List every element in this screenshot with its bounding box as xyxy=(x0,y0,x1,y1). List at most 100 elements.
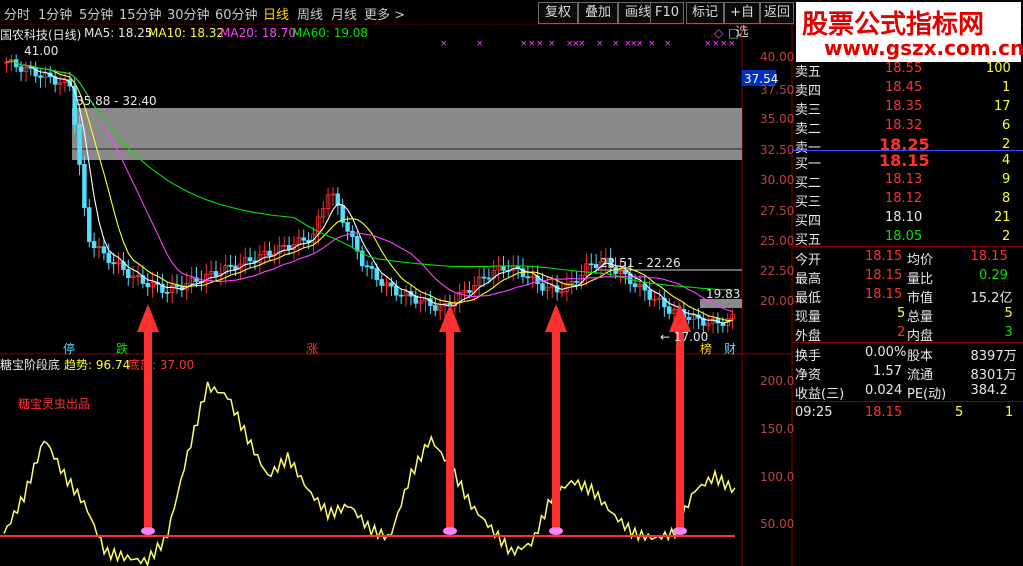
arrow-head xyxy=(137,304,159,332)
price-tick: 20.00 xyxy=(760,294,795,308)
candle-body[interactable] xyxy=(433,305,438,311)
candle-body[interactable] xyxy=(632,283,638,288)
rise-marker[interactable]: 涨 xyxy=(306,340,318,357)
candle-body[interactable] xyxy=(267,250,272,256)
candle-body[interactable] xyxy=(540,283,545,291)
rank-marker[interactable]: 榜 xyxy=(700,340,712,357)
candle-body[interactable] xyxy=(374,268,380,280)
candle-body[interactable] xyxy=(228,265,233,267)
candle-body[interactable] xyxy=(398,294,404,297)
candle-body[interactable] xyxy=(101,246,107,254)
bottom-signal-dot[interactable] xyxy=(673,527,687,535)
finance-value: 0.024 xyxy=(865,383,903,398)
candle-body[interactable] xyxy=(145,283,150,288)
candle-body[interactable] xyxy=(87,207,92,242)
signal-mark: × xyxy=(520,39,528,49)
ask-label: 卖五 xyxy=(795,65,822,80)
candle-body[interactable] xyxy=(623,270,628,275)
candle-body[interactable] xyxy=(379,279,384,286)
ask-label: 卖二 xyxy=(795,122,822,137)
bid-volume: 4 xyxy=(1002,153,1011,168)
candle-body[interactable] xyxy=(106,252,112,264)
stat-label: 今开 xyxy=(795,253,822,268)
candle-body[interactable] xyxy=(389,282,394,287)
candle-body[interactable] xyxy=(355,236,360,252)
candle-body[interactable] xyxy=(165,291,170,294)
ask-row[interactable]: 卖五 18.55 100 xyxy=(795,60,1020,80)
stat-label: 总量 xyxy=(907,310,934,325)
candle-body[interactable] xyxy=(486,277,492,280)
ask-row[interactable]: 卖二 18.32 6 xyxy=(795,117,1020,137)
candle-body[interactable] xyxy=(18,66,24,72)
signal-marks: × × × × × × ××× × × ××× × × × × × × xyxy=(440,39,736,49)
stat-row: 今开 18.15 均价 18.15 xyxy=(795,248,1020,268)
candle-body[interactable] xyxy=(91,241,97,248)
candle-body[interactable] xyxy=(77,124,82,165)
bid-volume: 8 xyxy=(1002,191,1011,206)
finance-label: 流通 xyxy=(907,368,934,383)
arrow-head xyxy=(545,304,567,332)
bid-row[interactable]: 买一 18.15 4 xyxy=(795,151,1020,172)
candle-body[interactable] xyxy=(481,276,487,279)
candle-body[interactable] xyxy=(345,222,350,232)
candle-body[interactable] xyxy=(394,285,399,296)
price-tick: 35.00 xyxy=(760,112,795,126)
bid-price: 18.10 xyxy=(885,210,923,225)
bid-price: 18.05 xyxy=(885,229,923,244)
finance-row: 收益(三) 0.024 PE(动) 384.2 xyxy=(795,382,1020,402)
stat-value: 5 xyxy=(1004,306,1013,321)
ask-volume: 100 xyxy=(986,61,1011,76)
indicator-tick: 50.00 xyxy=(760,517,795,531)
divider xyxy=(792,401,1023,402)
candle-body[interactable] xyxy=(111,262,116,265)
signal-mark: × xyxy=(578,39,586,49)
signal-mark: × xyxy=(536,39,544,49)
ask-price: 18.55 xyxy=(885,61,923,76)
bottom-signal-dot[interactable] xyxy=(443,527,457,535)
signal-mark: × xyxy=(636,39,644,49)
bottom-signal-dot[interactable] xyxy=(549,527,563,535)
ask-row[interactable]: 卖四 18.45 1 xyxy=(795,79,1020,99)
candle-body[interactable] xyxy=(647,289,652,300)
candle-body[interactable] xyxy=(525,276,531,279)
candle-body[interactable] xyxy=(38,75,43,78)
diamond-icon[interactable]: ◇ xyxy=(714,26,723,40)
finance-value: 1.57 xyxy=(873,364,902,379)
stat-label: 均价 xyxy=(907,253,934,268)
finance-marker[interactable]: 财 xyxy=(724,340,736,357)
halt-marker[interactable]: 停 xyxy=(63,340,75,357)
candle-body[interactable] xyxy=(589,263,594,266)
candle-body[interactable] xyxy=(467,290,472,293)
panel-toggle-icon[interactable]: □ xyxy=(728,26,739,40)
stat-value: 18.15 xyxy=(865,287,903,302)
bid-row[interactable]: 买二 18.13 9 xyxy=(795,171,1020,191)
finance-value: 384.2 xyxy=(970,383,1008,398)
candle-body[interactable] xyxy=(501,265,506,271)
candle-body[interactable] xyxy=(364,265,370,268)
bid-volume: 21 xyxy=(994,210,1011,225)
stat-row: 外盘 2 内盘 3 xyxy=(795,324,1020,344)
candle-body[interactable] xyxy=(301,237,306,241)
bid-row[interactable]: 买五 18.05 2 xyxy=(795,228,1020,248)
bid-row[interactable]: 买四 18.10 21 xyxy=(795,209,1020,229)
candle-body[interactable] xyxy=(82,164,87,209)
indicator-name: 糖宝阶段底 xyxy=(0,358,61,372)
bid-volume: 9 xyxy=(1002,172,1011,187)
candle-body[interactable] xyxy=(369,266,375,269)
ask-row[interactable]: 卖三 18.35 17 xyxy=(795,98,1020,118)
candle-body[interactable] xyxy=(593,264,599,269)
candle-body[interactable] xyxy=(126,269,131,278)
candle-body[interactable] xyxy=(666,306,672,314)
tick-time: 09:25 xyxy=(795,405,833,420)
signal-mark: × xyxy=(528,39,536,49)
drop-marker[interactable]: 跌 xyxy=(116,340,128,357)
price-tick: 37.50 xyxy=(760,83,795,97)
candle-body[interactable] xyxy=(574,281,579,283)
finance-label: PE(动) xyxy=(907,387,947,402)
candle-body[interactable] xyxy=(247,257,253,262)
stat-value: 0.29 xyxy=(979,268,1008,283)
bottom-signal-dot[interactable] xyxy=(141,527,155,535)
candle-body[interactable] xyxy=(213,271,219,277)
candle-body[interactable] xyxy=(686,317,691,320)
bid-row[interactable]: 买三 18.12 8 xyxy=(795,190,1020,210)
